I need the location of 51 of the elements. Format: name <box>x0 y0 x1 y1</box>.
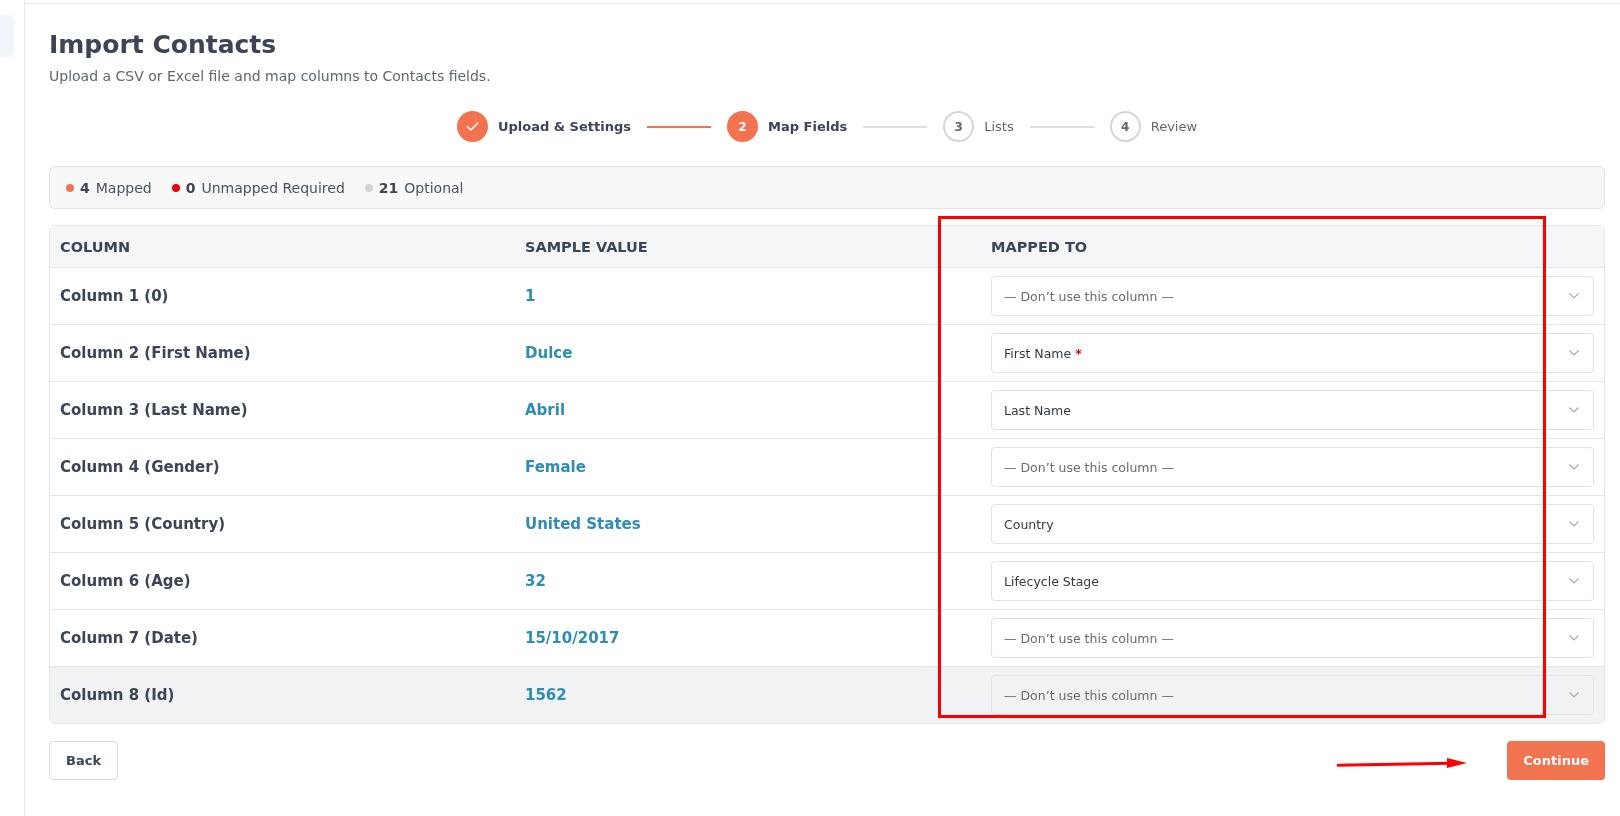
chevron-down-icon <box>1569 692 1579 698</box>
sample-value: Female <box>524 458 587 476</box>
legend-label: Unmapped Required <box>201 179 345 196</box>
table-cell-text: Column 6 (Age) <box>59 572 192 590</box>
field-dropdown[interactable]: Country <box>991 504 1594 544</box>
sample-value: Dulce <box>524 344 574 362</box>
sample-value: 1562 <box>524 686 568 704</box>
step-label[interactable]: Lists <box>984 119 1014 134</box>
legend-label: Mapped <box>95 179 152 196</box>
table-cell-text: Column 5 (Country) <box>59 515 227 533</box>
sample-value: Abril <box>524 401 567 419</box>
chevron-down-icon <box>1569 521 1579 527</box>
legend-count: 21 <box>378 179 399 196</box>
step-number[interactable]: 3 <box>943 111 975 142</box>
column-header: COLUMN <box>59 238 132 255</box>
step-label[interactable]: Review <box>1150 119 1198 134</box>
chevron-down-icon <box>1569 293 1579 299</box>
back-button[interactable]: Back <box>49 741 119 780</box>
sample-value: 1 <box>524 287 537 305</box>
field-dropdown[interactable]: — Don’t use this column — <box>991 276 1594 316</box>
sample-value: 32 <box>524 572 547 590</box>
step-label[interactable]: Map Fields <box>768 119 848 134</box>
sample-value: 15/10/2017 <box>524 629 621 647</box>
table-cell-text: Column 2 (First Name) <box>59 344 252 362</box>
chevron-down-icon <box>1569 464 1579 470</box>
legend-label: Optional <box>404 179 464 196</box>
chevron-down-icon <box>1569 635 1579 641</box>
field-dropdown[interactable]: — Don’t use this column — <box>991 618 1594 658</box>
column-header: MAPPED TO <box>990 238 1089 255</box>
table-cell-text: Column 8 (Id) <box>59 686 176 704</box>
step-label[interactable]: Upload & Settings <box>497 119 631 134</box>
legend-count: 4 <box>80 179 90 196</box>
step-check-icon[interactable] <box>456 111 488 142</box>
page-subtitle: Upload a CSV or Excel file and map columns to Contacts fields. <box>49 67 492 86</box>
step-number[interactable]: 4 <box>1109 111 1141 142</box>
field-dropdown[interactable]: Lifecycle Stage <box>991 561 1594 601</box>
page-title: Import Contacts <box>49 29 278 61</box>
field-dropdown[interactable]: — Don’t use this column — <box>991 447 1594 487</box>
column-header: SAMPLE VALUE <box>524 238 649 255</box>
field-dropdown[interactable]: First Name * <box>991 333 1594 373</box>
table-cell-text: Column 4 (Gender) <box>59 458 221 476</box>
legend-count: 0 <box>185 179 196 196</box>
field-dropdown[interactable]: — Don’t use this column — <box>991 675 1594 715</box>
table-cell-text: Column 7 (Date) <box>59 629 199 647</box>
table-cell-text: Column 1 (0) <box>59 287 170 305</box>
table-cell-text: Column 3 (Last Name) <box>59 401 249 419</box>
field-dropdown[interactable]: Last Name <box>991 390 1594 430</box>
chevron-down-icon <box>1569 578 1579 584</box>
sample-value: United States <box>524 515 642 533</box>
chevron-down-icon <box>1569 407 1579 413</box>
chevron-down-icon <box>1569 350 1579 356</box>
